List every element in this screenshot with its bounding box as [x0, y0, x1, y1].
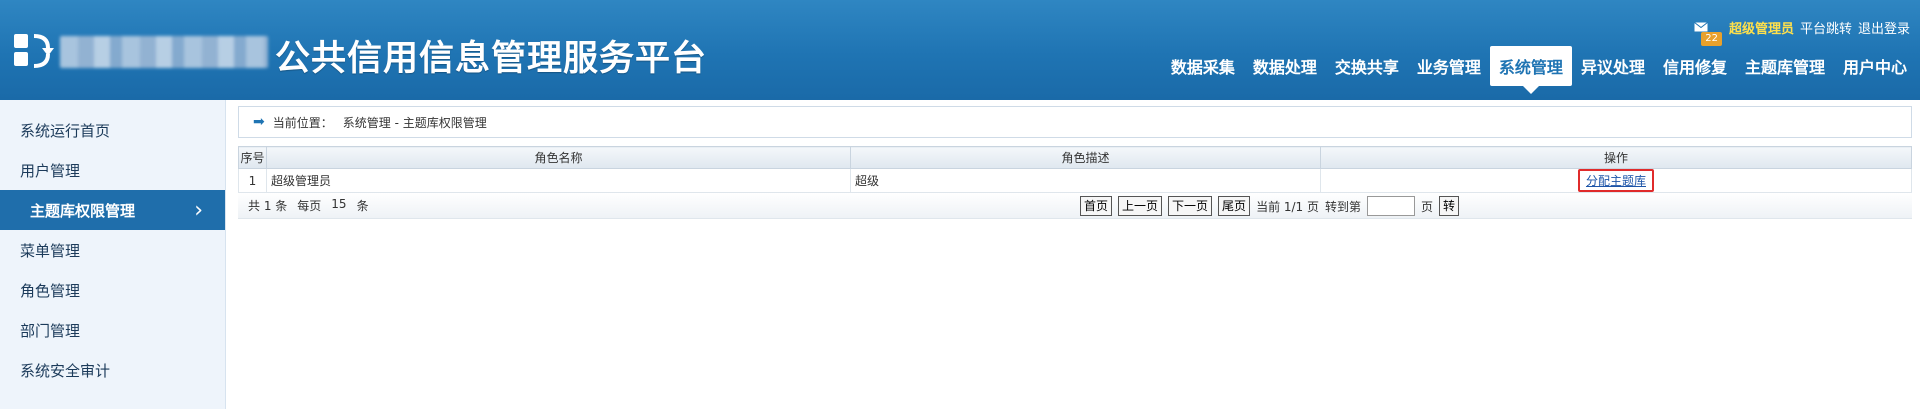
mail-icon[interactable] [1694, 22, 1708, 32]
top-header: 公共信用信息管理服务平台 22 超级管理员 平台跳转 退出登录 数据采集 数据处… [0, 0, 1920, 100]
cell-role-name: 超级管理员 [266, 168, 851, 193]
goto-label: 转到第 [1325, 199, 1362, 214]
arrow-right-icon: ➡ [253, 114, 265, 130]
nav-item-exchange-sharing[interactable]: 交换共享 [1326, 46, 1408, 86]
nav-item-theme-library[interactable]: 主题库管理 [1736, 46, 1834, 86]
user-bar: 超级管理员 平台跳转 退出登录 [1729, 18, 1910, 37]
assign-theme-library-link[interactable]: 分配主题库 [1577, 169, 1654, 192]
page-unit-label: 页 [1421, 199, 1434, 214]
pager-controls: 首页 上一页 下一页 尾页 当前 1/1 页 转到第 页 转 [1080, 196, 1460, 216]
col-header-seq: 序号 [238, 146, 267, 169]
sidebar-item-label: 菜单管理 [20, 241, 81, 260]
per-page-value: 15 [331, 197, 347, 211]
sidebar-item-label: 部门管理 [20, 321, 81, 340]
prev-page-button[interactable]: 上一页 [1118, 196, 1163, 216]
main-content: ➡ 当前位置： 系统管理 - 主题库权限管理 序号 角色名称 角色描述 操作 1… [238, 106, 1912, 219]
sidebar-item-security-audit[interactable]: 系统安全审计 [0, 350, 225, 390]
pager: 共 1 条 每页 15 条 首页 上一页 下一页 尾页 当前 1/1 页 转到第… [238, 193, 1912, 219]
breadcrumb: ➡ 当前位置： 系统管理 - 主题库权限管理 [238, 106, 1912, 138]
nav-item-objection-handling[interactable]: 异议处理 [1572, 46, 1654, 86]
sidebar-list: 系统运行首页 用户管理 主题库权限管理 › 菜单管理 角色管理 部门管理 系统安… [0, 100, 225, 390]
main-nav: 数据采集 数据处理 交换共享 业务管理 系统管理 异议处理 信用修复 主题库管理… [1162, 46, 1916, 94]
sidebar-item-system-home[interactable]: 系统运行首页 [0, 110, 225, 150]
next-page-button[interactable]: 下一页 [1168, 196, 1213, 216]
nav-item-data-collection[interactable]: 数据采集 [1162, 46, 1244, 86]
sidebar-item-user-management[interactable]: 用户管理 [0, 150, 225, 190]
nav-item-data-processing[interactable]: 数据处理 [1244, 46, 1326, 86]
sidebar-item-role-management[interactable]: 角色管理 [0, 270, 225, 310]
nav-item-system-management[interactable]: 系统管理 [1489, 46, 1572, 94]
col-header-role-desc: 角色描述 [850, 146, 1321, 169]
sidebar-item-label: 用户管理 [20, 161, 81, 180]
nav-item-credit-repair[interactable]: 信用修复 [1654, 46, 1736, 86]
sidebar-item-label: 系统安全审计 [20, 361, 111, 380]
site-title: 公共信用信息管理服务平台 [275, 39, 708, 79]
per-page-label: 每页 [297, 199, 322, 213]
goto-page-button[interactable]: 转 [1439, 196, 1460, 216]
chevron-right-icon: › [194, 197, 203, 223]
nav-item-user-center[interactable]: 用户中心 [1834, 46, 1916, 86]
logout-link[interactable]: 退出登录 [1858, 18, 1910, 37]
breadcrumb-label: 当前位置： [272, 115, 333, 130]
goto-page-input[interactable] [1367, 196, 1416, 216]
pager-summary: 共 1 条 每页 15 条 [248, 197, 369, 214]
current-page-text: 当前 1/1 页 [1256, 199, 1320, 214]
per-page-unit: 条 [356, 199, 369, 213]
sidebar-item-label: 系统运行首页 [20, 121, 111, 140]
cell-role-desc: 超级 [850, 168, 1321, 193]
mail-count-badge: 22 [1701, 32, 1722, 46]
total-count: 共 1 条 [248, 199, 288, 213]
sidebar-item-label: 角色管理 [20, 281, 81, 300]
col-header-role-name: 角色名称 [266, 146, 851, 169]
blurred-org-name [60, 36, 268, 68]
sidebar-item-department-management[interactable]: 部门管理 [0, 310, 225, 350]
sidebar-item-label: 主题库权限管理 [30, 201, 136, 220]
cell-operation: 分配主题库 [1320, 168, 1912, 193]
sidebar-item-theme-permission[interactable]: 主题库权限管理 › [0, 190, 225, 230]
platform-logo-icon [14, 34, 54, 68]
switch-platform-link[interactable]: 平台跳转 [1800, 18, 1852, 37]
nav-item-business-management[interactable]: 业务管理 [1408, 46, 1490, 86]
last-page-button[interactable]: 尾页 [1218, 196, 1251, 216]
sidebar: 系统运行首页 用户管理 主题库权限管理 › 菜单管理 角色管理 部门管理 系统安… [0, 100, 226, 409]
breadcrumb-path: 系统管理 - 主题库权限管理 [342, 115, 487, 130]
role-table: 序号 角色名称 角色描述 操作 1 超级管理员 超级 分配主题库 [238, 146, 1912, 193]
user-name-link[interactable]: 超级管理员 [1729, 18, 1794, 37]
sidebar-item-menu-management[interactable]: 菜单管理 [0, 230, 225, 270]
table-row: 1 超级管理员 超级 分配主题库 [238, 168, 1912, 193]
first-page-button[interactable]: 首页 [1080, 196, 1113, 216]
col-header-operation: 操作 [1320, 146, 1912, 169]
cell-seq: 1 [238, 168, 267, 193]
table-header-row: 序号 角色名称 角色描述 操作 [238, 146, 1912, 169]
